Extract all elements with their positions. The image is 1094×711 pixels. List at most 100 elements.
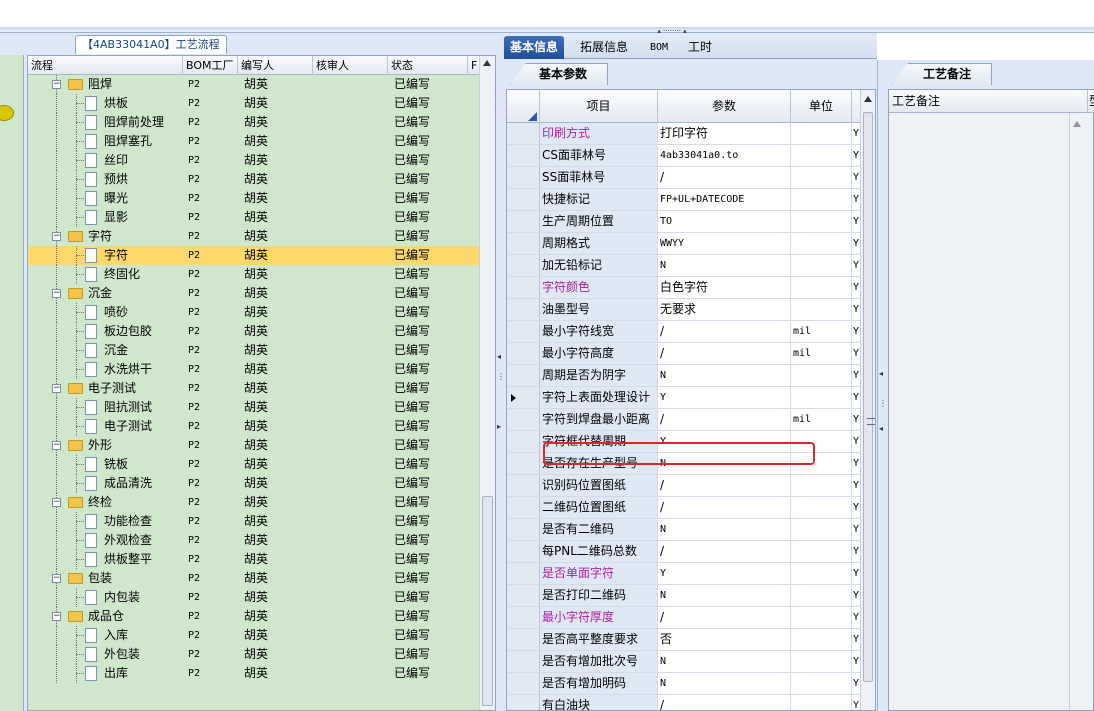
param-row[interactable]: 最小字符线宽 / mil Y — [507, 321, 861, 343]
item-cell[interactable]: 印刷方式 — [540, 123, 658, 144]
tree-folder-row[interactable]: − 沉金 P2 胡英 已编写 — [28, 284, 480, 303]
unit-cell[interactable]: mil — [791, 343, 852, 364]
param-row[interactable]: 是否有二维码 N Y — [507, 519, 861, 541]
tree-item-row[interactable]: 终固化 P2 胡英 已编写 — [28, 265, 480, 284]
param-cell[interactable]: N — [658, 255, 791, 276]
item-cell[interactable]: 最小字符厚度 — [540, 607, 658, 628]
param-row[interactable]: 是否有增加批次号 N Y — [507, 651, 861, 673]
row-indicator[interactable] — [507, 277, 540, 298]
tree-item-row[interactable]: 阻焊塞孔 P2 胡英 已编写 — [28, 132, 480, 151]
param-row[interactable]: 是否有增加明码 N Y — [507, 673, 861, 695]
scroll-up-icon[interactable] — [483, 60, 491, 66]
right-splitter[interactable]: ◂ ⋮ ◂ — [877, 60, 887, 711]
col-unit[interactable]: 单位 — [791, 90, 852, 123]
tree-item-row[interactable]: 铣板 P2 胡英 已编写 — [28, 455, 480, 474]
col-reviewer[interactable]: 核审人 — [313, 56, 388, 75]
tree-item-row[interactable]: 水洗烘干 P2 胡英 已编写 — [28, 360, 480, 379]
tree-item-row[interactable]: 丝印 P2 胡英 已编写 — [28, 151, 480, 170]
param-row[interactable]: 每PNL二维码总数 / Y — [507, 541, 861, 563]
param-cell[interactable]: FP+UL+DATECODE — [658, 189, 791, 210]
row-indicator[interactable] — [507, 123, 540, 144]
param-row[interactable]: 字符上表面处理设计 Y Y — [507, 387, 861, 409]
param-cell[interactable]: 白色字符 — [658, 277, 791, 298]
splitter-dots[interactable]: ⋮ — [879, 400, 887, 408]
tree-item-row[interactable]: 阻焊前处理 P2 胡英 已编写 — [28, 113, 480, 132]
process-flow-caption[interactable]: 【4AB33041A0】工艺流程 — [75, 35, 227, 54]
item-cell[interactable]: 字符上表面处理设计 — [540, 387, 658, 408]
unit-cell[interactable] — [791, 651, 852, 672]
unit-cell[interactable] — [791, 189, 852, 210]
item-cell[interactable]: 是否高平整度要求 — [540, 629, 658, 650]
col-status[interactable]: 状态 — [388, 56, 468, 75]
param-cell[interactable]: / — [658, 541, 791, 562]
item-cell[interactable]: 生产周期位置 — [540, 211, 658, 232]
unit-cell[interactable] — [791, 519, 852, 540]
param-cell[interactable]: 否 — [658, 629, 791, 650]
collapse-left-icon[interactable]: ◂ — [879, 370, 884, 378]
tree-item-row[interactable]: 烘板 P2 胡英 已编写 — [28, 94, 480, 113]
param-cell[interactable]: WWYY — [658, 233, 791, 254]
row-indicator[interactable] — [507, 673, 540, 694]
item-cell[interactable]: 加无铅标记 — [540, 255, 658, 276]
unit-cell[interactable] — [791, 673, 852, 694]
tree-item-row[interactable]: 外包装 P2 胡英 已编写 — [28, 645, 480, 664]
row-indicator[interactable] — [507, 343, 540, 364]
unit-cell[interactable] — [791, 123, 852, 144]
param-row[interactable]: 生产周期位置 TO Y — [507, 211, 861, 233]
tree-item-row[interactable]: 成品清洗 P2 胡英 已编写 — [28, 474, 480, 493]
param-row[interactable]: 周期格式 WWYY Y — [507, 233, 861, 255]
item-cell[interactable]: 最小字符线宽 — [540, 321, 658, 342]
unit-cell[interactable] — [791, 255, 852, 276]
item-cell[interactable]: 每PNL二维码总数 — [540, 541, 658, 562]
left-splitter[interactable]: ◂ ⋮ ▸ — [496, 33, 505, 711]
row-indicator[interactable] — [507, 365, 540, 386]
tree-item-row[interactable]: 入库 P2 胡英 已编写 — [28, 626, 480, 645]
param-cell[interactable]: / — [658, 497, 791, 518]
param-cell[interactable]: / — [658, 409, 791, 430]
param-row[interactable]: 油墨型号 无要求 Y — [507, 299, 861, 321]
unit-cell[interactable]: mil — [791, 409, 852, 430]
collapse-right-icon[interactable]: ◂ — [879, 425, 884, 433]
param-cell[interactable]: Y — [658, 387, 791, 408]
row-indicator[interactable] — [507, 431, 540, 452]
tree-item-row[interactable]: 外观检查 P2 胡英 已编写 — [28, 531, 480, 550]
param-cell[interactable]: 4ab33041a0.to — [658, 145, 791, 166]
row-indicator[interactable] — [507, 167, 540, 188]
param-cell[interactable]: / — [658, 695, 791, 710]
tree-folder-row[interactable]: − 电子测试 P2 胡英 已编写 — [28, 379, 480, 398]
tab-work-hours[interactable]: 工时 — [682, 36, 718, 59]
row-indicator[interactable] — [507, 519, 540, 540]
unit-cell[interactable] — [791, 233, 852, 254]
tree-item-row[interactable]: 阻抗测试 P2 胡英 已编写 — [28, 398, 480, 417]
tree-item-row[interactable]: 功能检查 P2 胡英 已编写 — [28, 512, 480, 531]
subtab-basic-params[interactable]: 基本参数 — [510, 63, 609, 85]
unit-cell[interactable] — [791, 277, 852, 298]
param-row[interactable]: CS面菲林号 4ab33041a0.to Y — [507, 145, 861, 167]
tree-item-row[interactable]: 内包装 P2 胡英 已编写 — [28, 588, 480, 607]
unit-cell[interactable] — [791, 365, 852, 386]
grid-scrollbar[interactable] — [860, 90, 875, 710]
col-remarks[interactable]: 工艺备注 — [892, 90, 940, 113]
param-row[interactable]: 字符颜色 白色字符 Y — [507, 277, 861, 299]
param-row[interactable]: 周期是否为阴字 N Y — [507, 365, 861, 387]
tree-item-row[interactable]: 字符 P2 胡英 已编写 — [28, 246, 480, 265]
param-cell[interactable]: / — [658, 167, 791, 188]
row-indicator[interactable] — [507, 651, 540, 672]
param-cell[interactable]: / — [658, 343, 791, 364]
unit-cell[interactable] — [791, 563, 852, 584]
item-cell[interactable]: 最小字符高度 — [540, 343, 658, 364]
tree-folder-row[interactable]: − 包装 P2 胡英 已编写 — [28, 569, 480, 588]
param-row[interactable]: 最小字符厚度 / Y — [507, 607, 861, 629]
unit-cell[interactable] — [791, 607, 852, 628]
scroll-up-icon[interactable] — [864, 96, 872, 102]
param-row[interactable]: 最小字符高度 / mil Y — [507, 343, 861, 365]
unit-cell[interactable] — [791, 497, 852, 518]
col-flow[interactable]: 流程 — [28, 56, 183, 75]
tree-item-row[interactable]: 沉金 P2 胡英 已编写 — [28, 341, 480, 360]
param-row[interactable]: 加无铅标记 N Y — [507, 255, 861, 277]
col-bom[interactable]: BOM工厂 — [183, 56, 238, 75]
item-cell[interactable]: SS面菲林号 — [540, 167, 658, 188]
param-cell[interactable]: / — [658, 321, 791, 342]
tab-process-remarks[interactable]: 工艺备注 — [892, 63, 993, 85]
row-indicator[interactable] — [507, 233, 540, 254]
